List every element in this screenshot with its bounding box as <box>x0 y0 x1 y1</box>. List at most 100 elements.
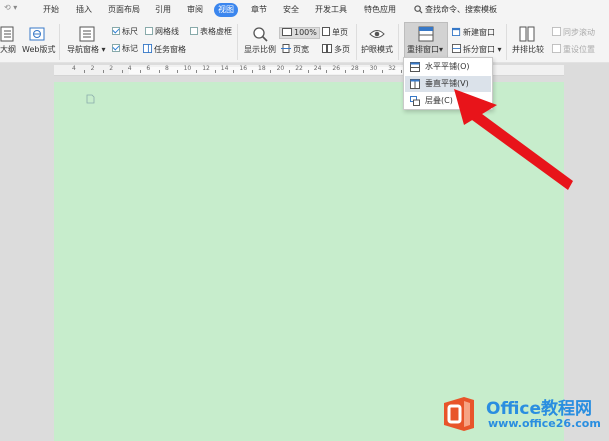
ruler-tick <box>307 70 309 73</box>
gridlines-label: 网格线 <box>155 27 179 36</box>
navigation-pane-label: 导航窗格 <box>67 45 99 54</box>
zoom-value: 100% <box>294 28 317 37</box>
ruler-tick <box>158 70 160 73</box>
marks-checkbox[interactable]: 标记 <box>112 44 138 54</box>
ruler-tick-label: 2 <box>109 65 114 72</box>
ruler-tick <box>326 70 328 73</box>
ruler-tick-label: 20 <box>276 65 285 72</box>
ruler-tick-label: 14 <box>220 65 229 72</box>
split-window-button[interactable]: 拆分窗口 ▾ <box>452 44 502 55</box>
task-pane-label: 任务窗格 <box>154 45 186 54</box>
ruler-checkbox[interactable]: 标尺 <box>112 27 138 37</box>
ruler-tick-label: 16 <box>239 65 248 72</box>
table-gridlines-check[interactable] <box>190 27 198 35</box>
office26-watermark: Office教程网 www.office26.com <box>440 392 605 436</box>
tab-view[interactable]: 视图 <box>214 3 238 17</box>
sync-scroll-label: 同步滚动 <box>563 28 595 37</box>
split-window-icon <box>452 44 461 53</box>
eye-mode-button[interactable]: 护眼模式 <box>361 45 393 55</box>
task-pane-button[interactable]: 任务窗格 <box>143 44 186 55</box>
undo-history-icon[interactable]: ⟲ ▾ <box>4 3 17 12</box>
watermark-url: www.office26.com <box>488 417 601 430</box>
tab-references[interactable]: 引用 <box>151 4 175 17</box>
document-page[interactable] <box>54 82 564 441</box>
single-page-button[interactable]: 单页 <box>322 27 348 38</box>
tab-page-layout[interactable]: 页面布局 <box>104 4 144 17</box>
marks-label: 标记 <box>122 44 138 53</box>
side-by-side-icon <box>519 26 535 42</box>
tab-home[interactable]: 开始 <box>39 4 63 17</box>
page-width-icon <box>281 44 291 53</box>
ruler-check[interactable] <box>112 27 120 35</box>
ruler-tick <box>381 70 383 73</box>
ruler-tick <box>288 70 290 73</box>
command-search[interactable]: 查找命令、搜索模板 <box>414 4 497 15</box>
watermark-title: Office教程网 <box>486 399 593 419</box>
magnifier-icon <box>253 27 268 42</box>
ruler-tick <box>121 70 123 73</box>
ruler-tick <box>140 70 142 73</box>
ruler-tick-label: 26 <box>332 65 341 72</box>
arrange-window-icon <box>418 26 434 42</box>
menu-item-cascade[interactable]: 层叠(C) <box>405 93 491 109</box>
ruler-tick <box>177 70 179 73</box>
ruler-tick <box>214 70 216 73</box>
reset-position-label: 重设位置 <box>563 45 595 54</box>
cascade-icon <box>410 96 420 106</box>
zoom-100-icon <box>282 28 292 36</box>
menu-item-tile-vertical[interactable]: 垂直平铺(V) <box>405 76 491 92</box>
ruler-tick-label: 4 <box>72 65 76 72</box>
ribbon-divider <box>506 24 507 60</box>
arrange-window-text: 重排窗口 <box>407 45 439 54</box>
ruler-label: 标尺 <box>122 27 138 36</box>
web-layout-button[interactable]: Web版式 <box>22 45 55 55</box>
new-window-label: 新建窗口 <box>463 28 495 37</box>
reset-position-icon <box>552 44 561 53</box>
table-gridlines-checkbox[interactable]: 表格虚框 <box>190 27 232 37</box>
web-layout-icon <box>29 27 45 41</box>
outline-button[interactable]: 大纲 <box>0 45 16 55</box>
page-width-button[interactable]: 页宽 <box>281 44 309 55</box>
new-window-button[interactable]: 新建窗口 <box>452 27 495 38</box>
zoom-button[interactable]: 显示比例 <box>244 45 276 55</box>
menu-tab-bar: ⟲ ▾ 开始 插入 页面布局 引用 审阅 视图 章节 安全 开发工具 特色应用 … <box>0 0 609 20</box>
multi-page-icon <box>322 44 332 53</box>
gridlines-check[interactable] <box>145 27 153 35</box>
menu-item-tile-horizontal[interactable]: 水平平铺(O) <box>405 59 491 75</box>
tile-horizontal-icon <box>410 62 420 72</box>
ruler-tick <box>195 70 197 73</box>
ruler-tick <box>233 70 235 73</box>
multi-page-button[interactable]: 多页 <box>322 44 350 55</box>
sync-scroll-button[interactable]: 同步滚动 <box>552 27 595 38</box>
paragraph-marker-icon <box>86 94 95 104</box>
zoom-100-button[interactable]: 100% <box>279 27 320 39</box>
side-by-side-button[interactable]: 并排比较 <box>512 45 544 55</box>
tab-developer[interactable]: 开发工具 <box>311 4 351 17</box>
menu-item-label: 垂直平铺(V) <box>425 79 469 88</box>
ruler-tick-label: 24 <box>313 65 322 72</box>
navigation-pane-button[interactable]: 导航窗格 ▾ <box>67 45 106 55</box>
sync-scroll-icon <box>552 27 561 36</box>
ruler-tick-label: 12 <box>202 65 210 72</box>
ribbon-divider <box>398 24 399 60</box>
tab-features[interactable]: 特色应用 <box>360 4 400 17</box>
menu-item-label: 水平平铺(O) <box>425 62 470 71</box>
eye-icon <box>369 30 385 38</box>
ribbon-divider <box>356 24 357 60</box>
single-page-label: 单页 <box>332 28 348 37</box>
ruler-tick-label: 10 <box>183 65 192 72</box>
tab-chapter[interactable]: 章节 <box>247 4 271 17</box>
gridlines-checkbox[interactable]: 网格线 <box>145 27 179 37</box>
tab-security[interactable]: 安全 <box>279 4 303 17</box>
reset-position-button[interactable]: 重设位置 <box>552 44 595 55</box>
tab-insert[interactable]: 插入 <box>72 4 96 17</box>
arrange-window-label: 重排窗口▾ <box>407 45 444 54</box>
arrange-window-menu: 水平平铺(O) 垂直平铺(V) 层叠(C) <box>403 57 493 110</box>
ruler-tick-label: 4 <box>127 65 132 72</box>
task-pane-icon <box>143 44 152 53</box>
tab-review[interactable]: 审阅 <box>183 4 207 17</box>
marks-check[interactable] <box>112 44 120 52</box>
table-gridlines-label: 表格虚框 <box>200 27 232 36</box>
ruler-tick <box>251 70 253 73</box>
outline-icon <box>0 26 14 42</box>
